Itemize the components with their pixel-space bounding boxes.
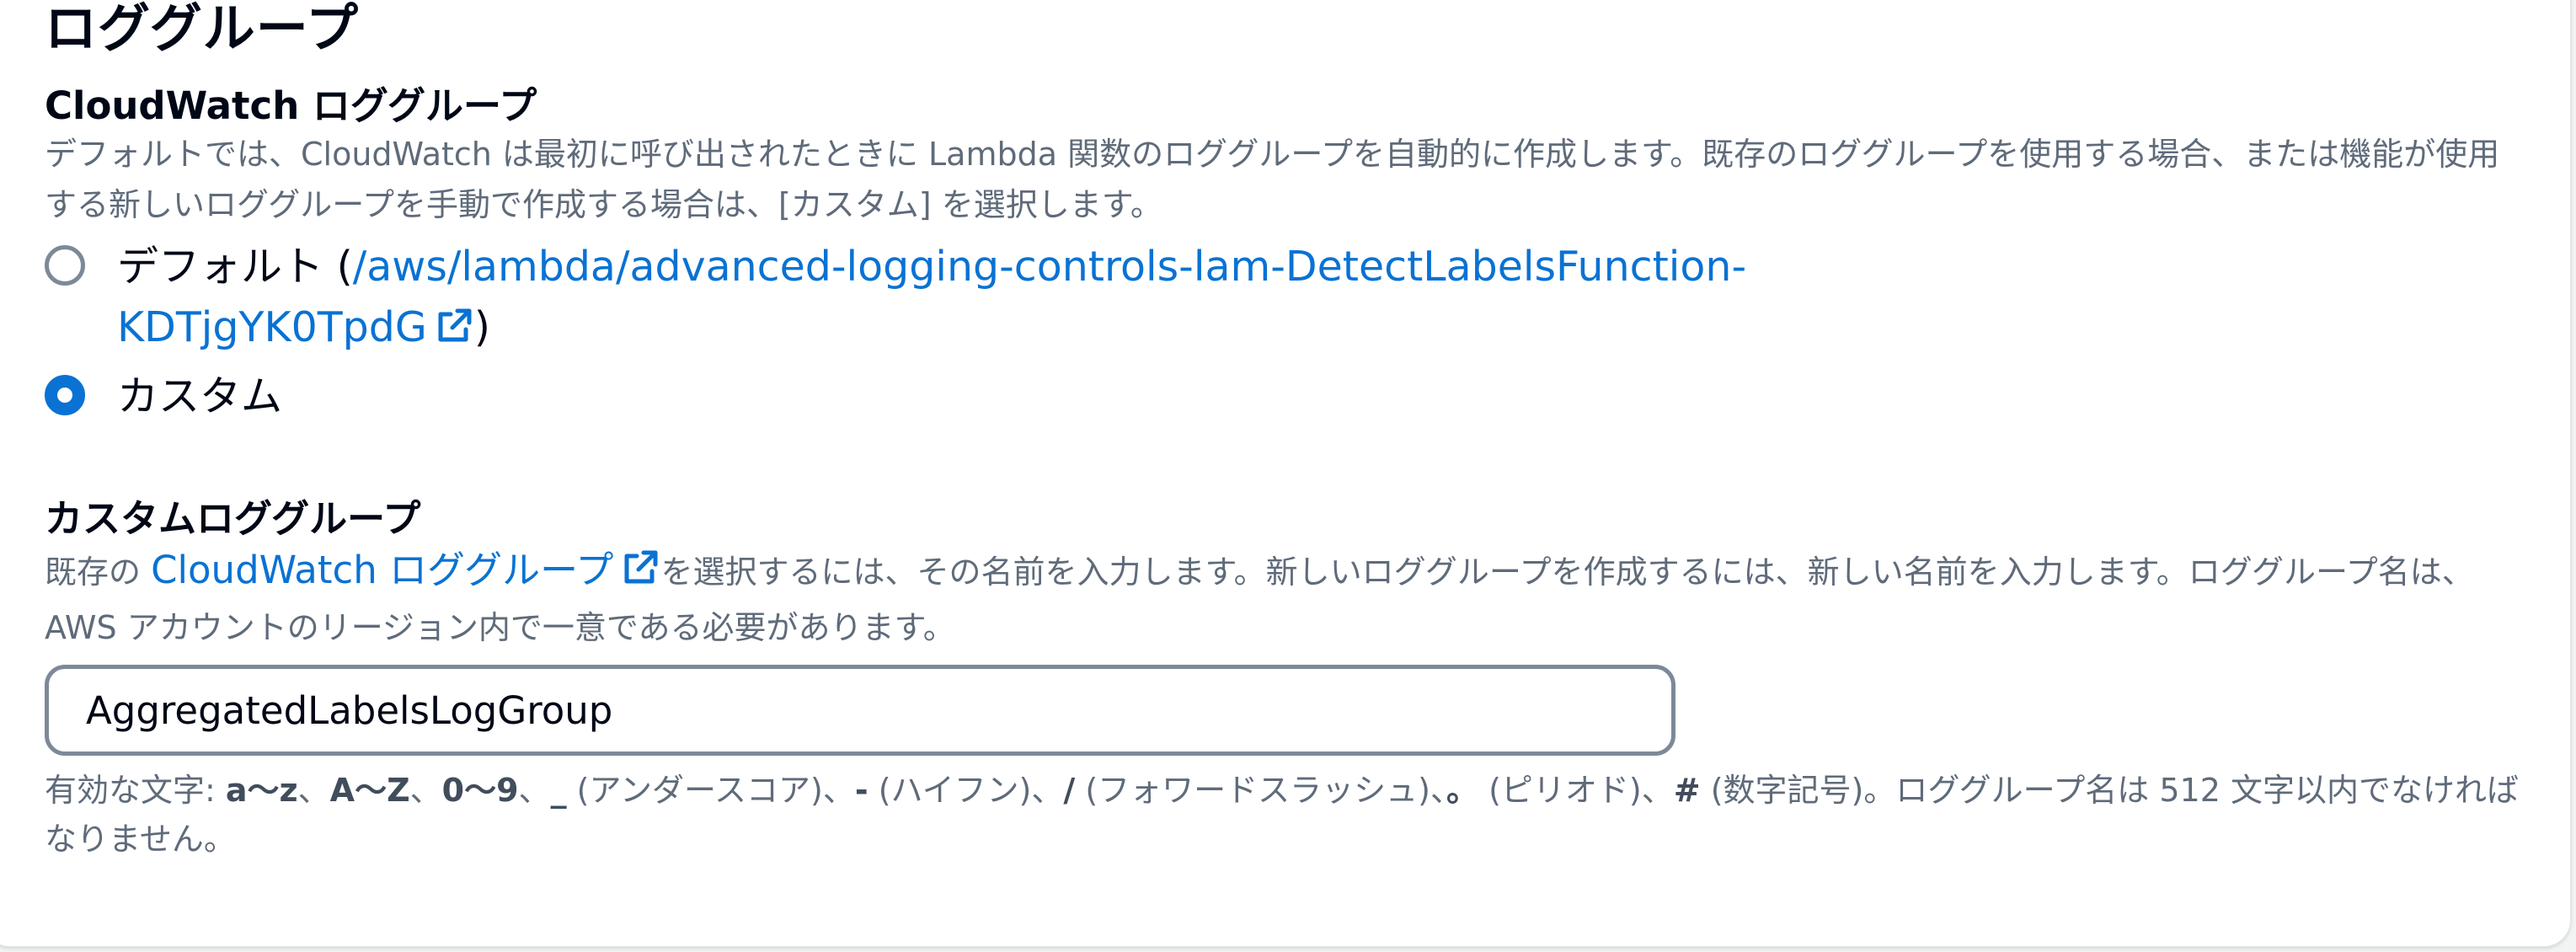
custom-log-group-label: カスタムロググループ bbox=[45, 496, 421, 541]
radio-default-row[interactable]: デフォルト (/aws/lambda/advanced-logging-cont… bbox=[45, 237, 1746, 363]
custom-log-group-input[interactable] bbox=[86, 687, 1671, 733]
default-log-group-link[interactable]: /aws/lambda/advanced-logging-controls-la… bbox=[353, 243, 1746, 291]
constraint-sep: 、 bbox=[518, 772, 551, 809]
constraint-chars-lower: a〜z bbox=[225, 772, 298, 809]
constraint-sep: 、 bbox=[297, 772, 330, 809]
constraint-chars-period: 。 bbox=[1446, 772, 1479, 809]
radio-custom-label: カスタム bbox=[117, 372, 283, 420]
radio-custom-row[interactable]: カスタム bbox=[45, 366, 282, 427]
cloudwatch-log-group-label: CloudWatch ロググループ bbox=[45, 83, 537, 128]
radio-default[interactable] bbox=[45, 245, 85, 286]
constraint-chars-underscore: _ bbox=[550, 772, 567, 809]
cloudwatch-log-group-description: デフォルトでは、CloudWatch は最初に呼び出されたときに Lambda … bbox=[45, 136, 2500, 223]
constraint-chars-hyphen: - bbox=[854, 772, 868, 809]
default-log-group-link-cont[interactable]: KDTjgYK0TpdG bbox=[117, 303, 427, 351]
custom-log-group-input-box[interactable] bbox=[45, 665, 1675, 756]
constraint-sep: 、 bbox=[409, 772, 442, 809]
radio-default-label: デフォルト (/aws/lambda/advanced-logging-cont… bbox=[117, 237, 1746, 363]
constraint-chars-slash: / bbox=[1063, 772, 1076, 809]
constraint-prefix: 有効な文字: bbox=[45, 772, 226, 809]
constraint-desc-slash: (フォワードスラッシュ)、 bbox=[1075, 772, 1447, 809]
radio-default-text: デフォルト ( bbox=[117, 243, 353, 291]
log-group-name-constraint: 有効な文字: a〜z、A〜Z、0〜9、_ (アンダースコア)、- (ハイフン)、… bbox=[45, 766, 2530, 864]
constraint-chars-hash: # bbox=[1673, 772, 1701, 809]
constraint-chars-digits: 0〜9 bbox=[441, 772, 519, 809]
external-link-icon[interactable] bbox=[620, 548, 660, 602]
radio-custom[interactable] bbox=[45, 375, 85, 415]
radio-default-close: ) bbox=[473, 303, 490, 351]
constraint-desc-period: (ピリオド)、 bbox=[1478, 772, 1674, 809]
cloudwatch-log-groups-link[interactable]: CloudWatch ロググループ bbox=[151, 548, 613, 592]
custom-log-group-description: 既存の CloudWatch ロググループ を選択するには、その名前を入力します。… bbox=[45, 545, 2530, 653]
log-group-panel: ロググループ CloudWatch ロググループ デフォルトでは、CloudWa… bbox=[0, 0, 2571, 947]
external-link-icon[interactable] bbox=[434, 302, 474, 363]
constraint-desc-underscore: (アンダースコア)、 bbox=[566, 772, 855, 809]
constraint-chars-upper: A〜Z bbox=[329, 772, 410, 809]
section-title: ロググループ bbox=[45, 0, 360, 59]
custom-desc-prefix: 既存の bbox=[45, 554, 152, 591]
constraint-desc-hyphen: (ハイフン)、 bbox=[868, 772, 1064, 809]
